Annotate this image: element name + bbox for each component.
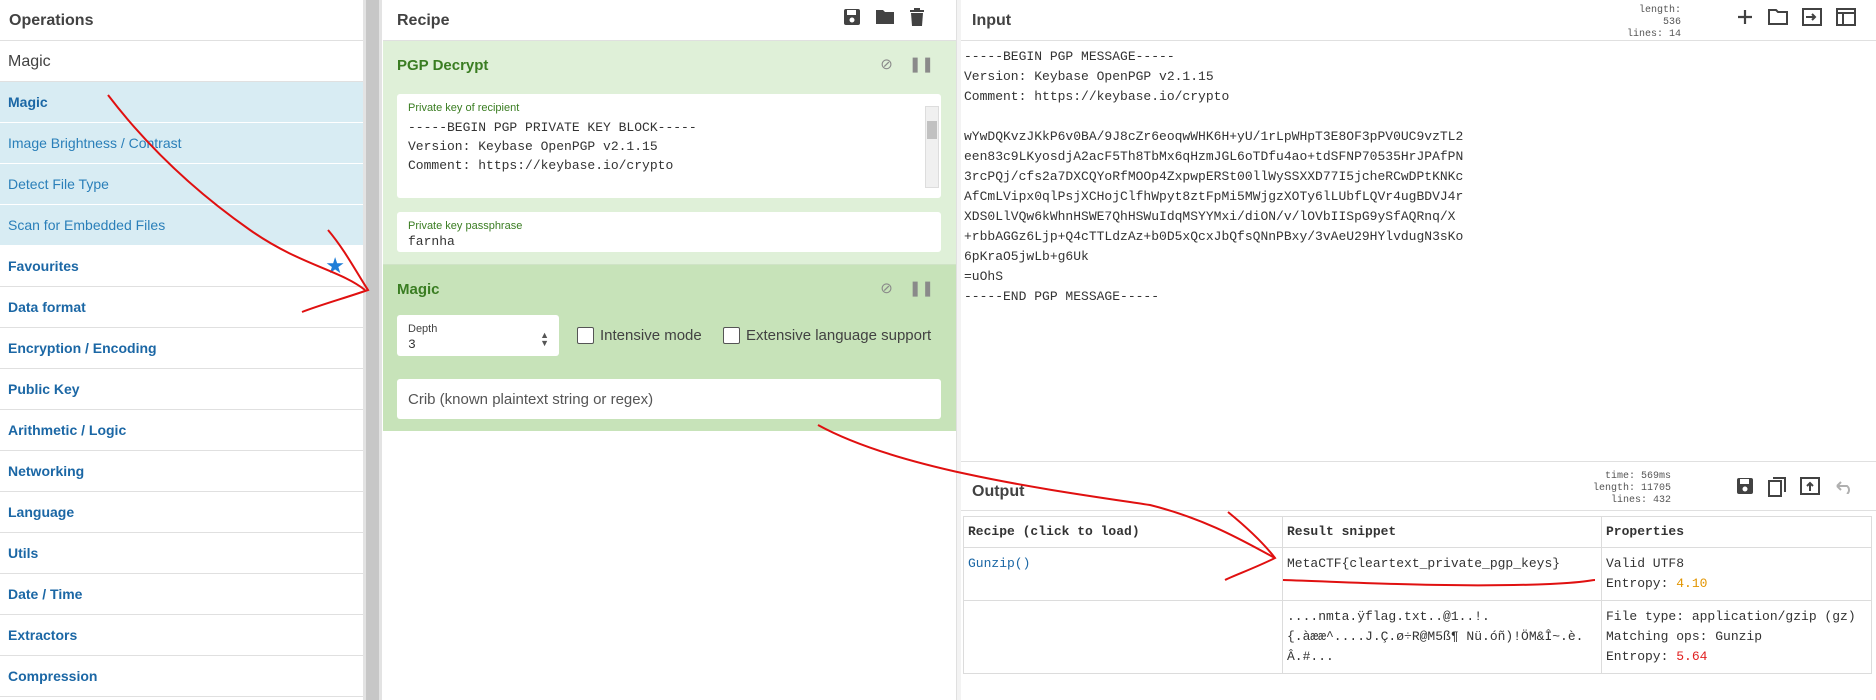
pgp-decrypt-title: PGP Decrypt (397, 57, 489, 74)
disable-icon[interactable]: ⊘ (880, 279, 893, 297)
extensive-language-label: Extensive language support (746, 327, 932, 344)
depth-value[interactable]: 3 (408, 335, 416, 354)
passphrase-value[interactable]: farnha (408, 232, 455, 251)
op-result-scan-embedded[interactable]: Scan for Embedded Files (0, 205, 363, 246)
replace-input-icon[interactable] (1800, 477, 1820, 503)
save-icon[interactable] (1736, 477, 1754, 503)
save-icon[interactable] (843, 8, 861, 32)
input-text-area[interactable]: -----BEGIN PGP MESSAGE----- Version: Key… (964, 47, 1463, 307)
magic-operation: Magic ⊘ ❚❚ Depth 3 ▲ ▼ Intensive mode Ext… (383, 265, 956, 431)
table-row: Gunzip() MetaCTF{cleartext_private_pgp_k… (963, 547, 1872, 601)
pause-icon[interactable]: ❚❚ (909, 279, 934, 297)
undo-icon[interactable] (1834, 477, 1854, 503)
private-key-field[interactable]: Private key of recipient -----BEGIN PGP … (397, 94, 941, 198)
result-properties: File type: application/gzip (gz) Matchin… (1601, 600, 1872, 674)
crib-placeholder: Crib (known plaintext string or regex) (408, 391, 654, 408)
passphrase-field[interactable]: Private key passphrase farnha (397, 212, 941, 252)
open-folder-icon[interactable] (1768, 8, 1788, 32)
category-compression[interactable]: Compression (0, 656, 363, 697)
op-result-image-brightness[interactable]: Image Brightness / Contrast (0, 123, 363, 164)
plus-icon[interactable] (1736, 8, 1754, 32)
category-language[interactable]: Language (0, 492, 363, 533)
pause-icon[interactable]: ❚❚ (909, 55, 934, 73)
folder-icon[interactable] (875, 8, 895, 32)
category-data-format[interactable]: Data format (0, 287, 363, 328)
category-utils[interactable]: Utils (0, 533, 363, 574)
passphrase-label: Private key passphrase (408, 220, 523, 232)
star-icon[interactable]: ★ (325, 253, 345, 279)
crib-input[interactable]: Crib (known plaintext string or regex) (397, 379, 941, 419)
magic-title: Magic (397, 281, 440, 298)
recipe-panel: Recipe PGP Decrypt ⊘ ❚❚ Private key of r… (383, 0, 957, 700)
magic-results-table: Recipe (click to load) Result snippet Pr… (963, 516, 1872, 674)
category-encryption-encoding[interactable]: Encryption / Encoding (0, 328, 363, 369)
result-properties: Valid UTF8 Entropy: 4.10 (1601, 547, 1872, 601)
col-properties-header: Properties (1601, 516, 1872, 548)
depth-label: Depth (408, 323, 438, 335)
output-panel: Output time: 569ms length: 11705 lines: … (961, 463, 1876, 700)
depth-field[interactable]: Depth 3 ▲ ▼ (397, 315, 559, 356)
op-result-detect-file-type[interactable]: Detect File Type (0, 164, 363, 205)
category-favourites[interactable]: Favourites (0, 246, 363, 287)
input-stats: length: 536 lines: 14 (1626, 5, 1681, 40)
operations-title: Operations (0, 0, 363, 41)
depth-stepper-icon[interactable]: ▲ ▼ (540, 331, 549, 348)
category-extractors[interactable]: Extractors (0, 615, 363, 656)
private-key-value[interactable]: -----BEGIN PGP PRIVATE KEY BLOCK----- Ve… (408, 118, 697, 175)
operations-panel: Operations Magic Magic Image Brightness … (0, 0, 363, 700)
category-arithmetic-logic[interactable]: Arithmetic / Logic (0, 410, 363, 451)
gunzip-recipe-link[interactable]: Gunzip() (968, 556, 1030, 571)
disable-icon[interactable]: ⊘ (880, 55, 893, 73)
category-public-key[interactable]: Public Key (0, 369, 363, 410)
operations-search-input[interactable]: Magic (0, 41, 363, 82)
op-result-magic[interactable]: Magic (0, 82, 363, 123)
import-icon[interactable] (1802, 8, 1822, 32)
trash-icon[interactable] (909, 8, 925, 32)
input-panel: Input length: 536 lines: 14 -----BEGIN P… (961, 0, 1876, 462)
pgp-decrypt-operation: PGP Decrypt ⊘ ❚❚ Private key of recipien… (383, 41, 956, 265)
private-key-label: Private key of recipient (408, 102, 520, 114)
result-snippet: MetaCTF{cleartext_private_pgp_keys} (1282, 547, 1602, 601)
col-snippet-header: Result snippet (1282, 516, 1602, 548)
category-date-time[interactable]: Date / Time (0, 574, 363, 615)
intensive-mode-label: Intensive mode (600, 327, 702, 344)
extensive-language-checkbox[interactable]: Extensive language support (723, 327, 931, 344)
private-key-scrollbar[interactable] (925, 106, 939, 188)
category-networking[interactable]: Networking (0, 451, 363, 492)
intensive-mode-checkbox[interactable]: Intensive mode (577, 327, 702, 344)
table-row: ....nmta.ÿflag.txt..@1..!. {.àææ^....J.Ç… (963, 600, 1872, 674)
operations-scrollbar[interactable] (363, 0, 382, 700)
result-snippet: ....nmta.ÿflag.txt..@1..!. {.àææ^....J.Ç… (1282, 600, 1602, 674)
columns-icon[interactable] (1836, 8, 1856, 32)
copy-icon[interactable] (1768, 477, 1786, 503)
col-recipe-header: Recipe (click to load) (963, 516, 1283, 548)
output-stats: time: 569ms length: 11705 lines: 432 (1592, 471, 1671, 506)
